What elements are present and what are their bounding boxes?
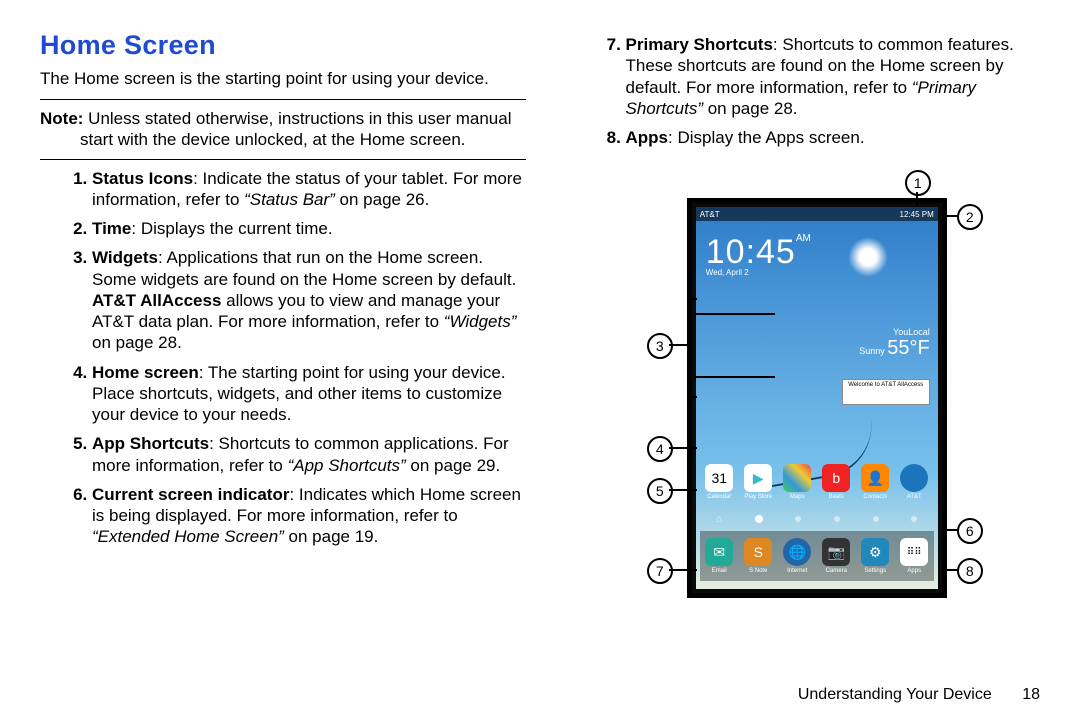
item-app-shortcuts: App Shortcuts: Shortcuts to common appli… [92,433,526,476]
label: Time [92,219,131,238]
dock-email: ✉Email [701,538,737,574]
note-text: Unless stated otherwise, instructions in… [80,109,511,149]
app-beats: bBeats [818,464,854,500]
callout-6: 6 [957,518,983,544]
feature-list-right: Primary Shortcuts: Shortcuts to common f… [574,34,1040,156]
callout-8: 8 [957,558,983,584]
callout-7: 7 [647,558,673,584]
callout-line [943,215,957,217]
intro-text: The Home screen is the starting point fo… [40,69,526,89]
app-play-store: ▶Play Store [740,464,776,500]
indicator-dot [911,516,917,522]
app-att: AT&T [896,464,932,500]
callout-5: 5 [647,478,673,504]
callout-1: 1 [905,170,931,196]
label: Status Icons [92,169,193,188]
primary-shortcuts-dock: ✉Email SS Note 🌐Internet 📷Camera ⚙Settin… [700,531,934,581]
weather-widget: YouLocal Sunny 55°F [859,327,930,360]
label: Home screen [92,363,199,382]
figure-canvas: AT&T 12:45 PM 10:45AM Wed, April 2 YouLo… [627,168,987,618]
label: Primary Shortcuts [626,35,773,54]
app-shortcuts-row: 31Calendar ▶Play Store Maps bBeats 👤Cont… [700,461,934,503]
home-icon: ⌂ [716,514,722,525]
allaccess-widget: Welcome to AT&T AllAccess [842,379,930,405]
right-column: Primary Shortcuts: Shortcuts to common f… [574,30,1040,710]
callout-2: 2 [957,204,983,230]
callout-line [669,569,697,571]
item-widgets: Widgets: Applications that run on the Ho… [92,247,526,353]
clock-widget: 10:45AM Wed, April 2 [706,233,811,277]
app-maps: Maps [779,464,815,500]
page-number: 18 [1022,686,1040,703]
callout-line [916,192,918,206]
status-bar: AT&T 12:45 PM [696,207,938,221]
item-time: Time: Displays the current time. [92,218,526,239]
note-block: Note: Unless stated otherwise, instructi… [40,108,526,151]
page: Home Screen The Home screen is the start… [0,0,1080,720]
device-screen: AT&T 12:45 PM 10:45AM Wed, April 2 YouLo… [696,207,938,589]
callout-line [669,447,697,449]
app-calendar: 31Calendar [701,464,737,500]
app-contacts: 👤Contacts [857,464,893,500]
callout-line [943,569,957,571]
left-column: Home Screen The Home screen is the start… [40,30,526,710]
item-screen-indicator: Current screen indicator: Indicates whic… [92,484,526,548]
page-footer: Understanding Your Device 18 [798,686,1040,704]
callout-line [669,489,697,491]
heading-home-screen: Home Screen [40,30,526,61]
note-label: Note: [40,109,83,128]
carrier-label: AT&T [700,210,720,219]
status-time: 12:45 PM [900,210,934,219]
indicator-dot [755,515,763,523]
indicator-dot [795,516,801,522]
callout-line [695,376,775,378]
dock-internet: 🌐Internet [779,538,815,574]
item-home-screen: Home screen: The starting point for usin… [92,362,526,426]
indicator-dot [873,516,879,522]
clock-ampm: AM [796,233,811,244]
dock-apps: ⠿⠿Apps [896,538,932,574]
section-title: Understanding Your Device [798,686,992,703]
label: App Shortcuts [92,434,209,453]
item-primary-shortcuts: Primary Shortcuts: Shortcuts to common f… [626,34,1040,119]
indicator-dot [834,516,840,522]
item-status-icons: Status Icons: Indicate the status of you… [92,168,526,211]
figure: AT&T 12:45 PM 10:45AM Wed, April 2 YouLo… [574,168,1040,710]
label: Widgets [92,248,158,267]
rule-bottom [40,159,526,160]
dock-settings: ⚙Settings [857,538,893,574]
callout-line [695,313,775,315]
callout-line [669,344,687,346]
callout-3: 3 [647,333,673,359]
callout-4: 4 [647,436,673,462]
callout-line [943,529,957,531]
rule-top [40,99,526,100]
device-frame: AT&T 12:45 PM 10:45AM Wed, April 2 YouLo… [687,198,947,598]
item-apps: Apps: Display the Apps screen. [626,127,1040,148]
label: Apps [626,128,669,147]
sun-icon [848,237,888,277]
label: Current screen indicator [92,485,289,504]
dock-snote: SS Note [740,538,776,574]
screen-indicator: ⌂ [700,511,934,527]
dock-camera: 📷Camera [818,538,854,574]
clock-time: 10:45 [706,233,796,271]
feature-list-left: Status Icons: Indicate the status of you… [40,168,526,548]
